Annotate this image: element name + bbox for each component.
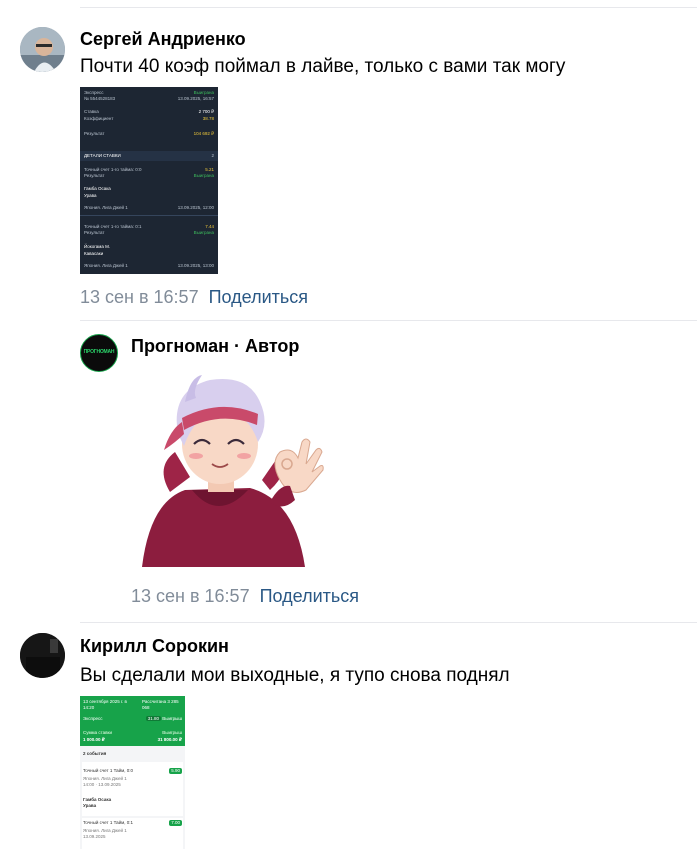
event-date: 13.09.2025, 12:00 (177, 205, 214, 210)
event-league: Япония. Лига Джей 1 (84, 205, 128, 210)
event-odds: 5.90 (169, 768, 182, 774)
stake-value: 2 700 ₽ (198, 109, 214, 114)
event-status: Выиграна (193, 230, 214, 235)
slip-id: № 5544528183 (84, 96, 116, 101)
comment-text: Почти 40 коэф поймал в лайве, только с в… (80, 56, 566, 77)
slip-date: 13.09.2025, 16:57 (177, 96, 214, 101)
event-team1: Йокогама М. (84, 244, 111, 249)
details-count: 2 (211, 153, 214, 158)
sticker-image[interactable] (130, 372, 330, 567)
event-market: Точный счет 1 Тайм, 0:0 (83, 768, 134, 773)
comment-divider (80, 622, 697, 623)
event-status: Выиграна (193, 173, 214, 178)
share-button[interactable]: Поделиться (260, 586, 359, 606)
stake-value: 1 000.00 ₽ (83, 737, 105, 742)
avatar-logo-text: ПРОГНОМАН (83, 349, 115, 355)
slip-date: 13 сентября 2025 г. в 14:20 (83, 699, 127, 710)
comment-author[interactable]: Прогноман · Автор (131, 336, 299, 357)
events-label: 2 события (83, 751, 107, 756)
result-label: Результат (84, 131, 105, 136)
coef-status: Выигрыш (162, 716, 182, 721)
comment-divider (80, 320, 697, 321)
comment-text: Вы сделали мои выходные, я тупо снова по… (80, 665, 510, 686)
event-result-label: Результат (84, 230, 105, 235)
event-odds: 7.00 (169, 820, 182, 826)
coef-value: 31.80 (145, 716, 161, 721)
win-label: Выигрыш (162, 730, 182, 735)
comment-meta: 13 сен в 16:57 Поделиться (131, 586, 359, 607)
bet-slip-image[interactable]: Экспресс Выиграна № 5544528183 13.09.2025,… (80, 87, 218, 274)
author-avatar[interactable]: ПРОГНОМАН (80, 334, 118, 372)
slip-status: Рассчитана 3 285 068 (142, 699, 179, 710)
coef-value: 38.78 (202, 116, 214, 121)
comment-author[interactable]: Кирилл Сорокин (80, 636, 229, 657)
event-time: 14:00 · 13.09.2025 (83, 782, 121, 787)
top-divider (80, 7, 697, 8)
avatar-photo-icon (20, 27, 65, 72)
event-time: 13.09.2025 (83, 834, 106, 839)
event-date: 13.09.2025, 13:00 (177, 263, 214, 268)
event-market: Точный счет 1 Тайм, 0:1 (83, 820, 134, 825)
event-league: Япония. Лига Джей 1 (84, 263, 128, 268)
event-team1: Гамба Осака (84, 186, 111, 191)
bet-slip-image[interactable]: 13 сентября 2025 г. в 14:20 Рассчитана 3 … (80, 696, 185, 849)
comment-date[interactable]: 13 сен в 16:57 (131, 586, 250, 606)
event-team2: Урава (83, 803, 97, 808)
stake-label: Ставка (84, 109, 99, 114)
stake-label: Сумма ставки (83, 730, 113, 735)
slip-type: Экспресс (83, 716, 103, 721)
result-value: 104 692 ₽ (193, 131, 214, 136)
comment-meta: 13 сен в 16:57 Поделиться (80, 287, 308, 308)
details-label: ДЕТАЛИ СТАВКИ (84, 153, 121, 158)
comment-date[interactable]: 13 сен в 16:57 (80, 287, 199, 307)
event-result-label: Результат (84, 173, 105, 178)
event-team2: Урава (84, 193, 97, 198)
avatar[interactable] (20, 633, 65, 678)
coef-label: Коэффициент (84, 116, 114, 121)
comment-author[interactable]: Сергей Андриенко (80, 29, 246, 50)
avatar-photo-icon (20, 633, 65, 678)
avatar[interactable] (20, 27, 65, 72)
event-team2: Кавасаки (84, 251, 104, 256)
share-button[interactable]: Поделиться (209, 287, 308, 307)
anime-ok-sticker-icon (142, 375, 324, 567)
win-value: 31 800.00 ₽ (157, 737, 182, 742)
